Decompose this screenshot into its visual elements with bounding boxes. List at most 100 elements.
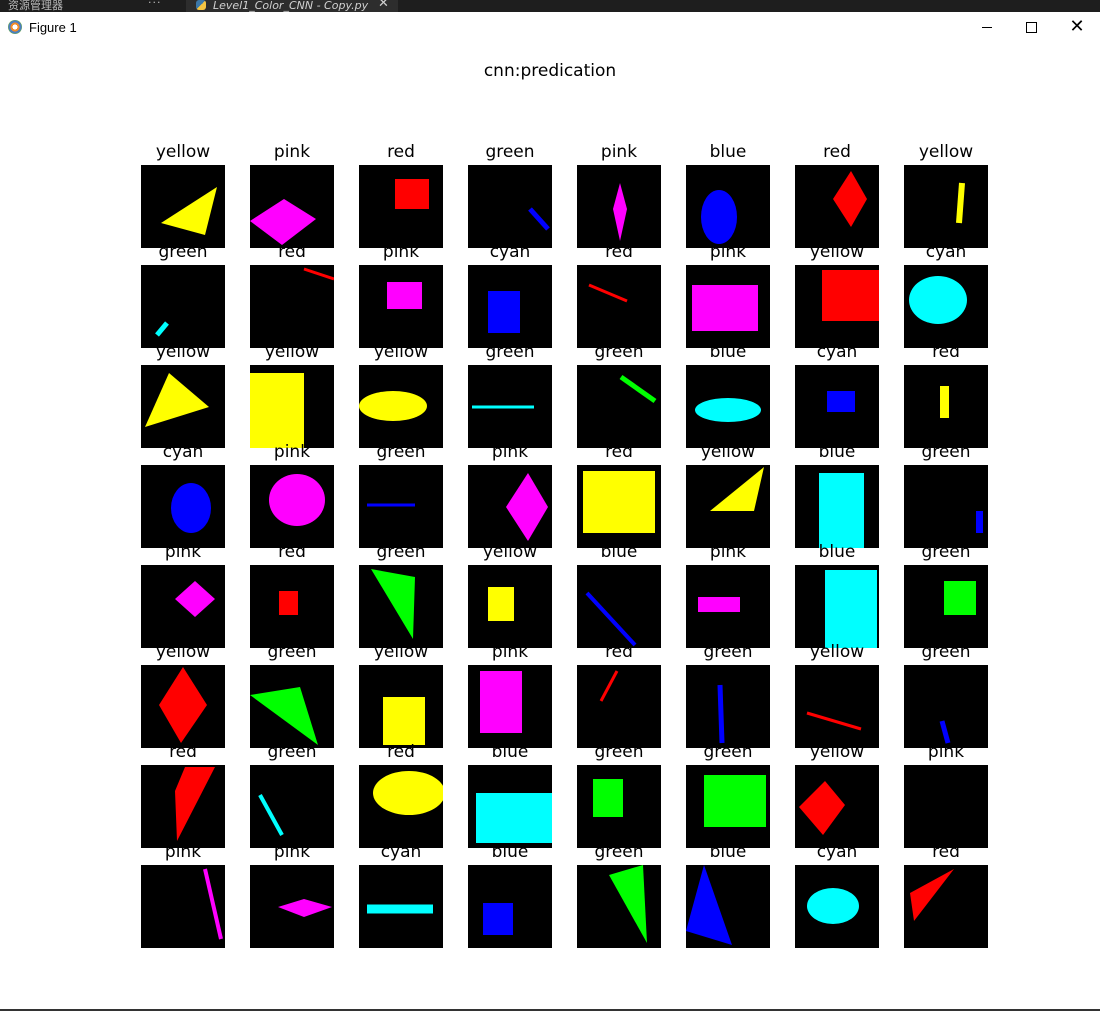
panel-image-background: [904, 765, 988, 848]
prediction-panel: green: [468, 342, 552, 448]
panel-shape-ellipse: [359, 391, 427, 421]
panel-prediction-label: pink: [274, 142, 310, 162]
prediction-panel: blue: [686, 842, 770, 948]
panel-image-background: [904, 165, 988, 248]
panel-prediction-label: yellow: [156, 342, 210, 362]
panel-prediction-label: red: [387, 742, 415, 762]
panel-prediction-label: yellow: [810, 642, 864, 662]
explorer-label[interactable]: 资源管理器: [8, 0, 63, 12]
minimize-icon: [982, 26, 992, 28]
panel-prediction-label: yellow: [919, 142, 973, 162]
prediction-panel: blue: [686, 142, 770, 248]
panel-shape-line: [717, 684, 725, 744]
panel-shape-rectangle: [395, 179, 429, 209]
panel-prediction-label: green: [376, 442, 425, 462]
more-actions-button[interactable]: ···: [148, 0, 162, 9]
prediction-panel: blue: [795, 542, 879, 648]
maximize-button[interactable]: [1008, 12, 1054, 42]
panel-prediction-label: yellow: [810, 742, 864, 762]
panel-prediction-label: red: [169, 742, 197, 762]
panel-prediction-label: blue: [819, 442, 856, 462]
panel-prediction-label: pink: [710, 242, 746, 262]
panel-prediction-label: yellow: [265, 342, 319, 362]
prediction-panel: green: [250, 642, 334, 748]
panel-prediction-label: red: [823, 142, 851, 162]
prediction-panel: red: [904, 342, 988, 448]
prediction-panel: pink: [686, 542, 770, 648]
panel-shape-ellipse: [373, 771, 443, 815]
prediction-panel: pink: [686, 242, 770, 348]
prediction-panel: pink: [141, 542, 225, 648]
panel-shape-ellipse: [171, 483, 211, 533]
panel-prediction-label: red: [278, 242, 306, 262]
editor-tab[interactable]: Level1_Color_CNN - Copy.py ✕: [186, 0, 398, 12]
prediction-panel: pink: [250, 442, 334, 548]
panel-prediction-label: pink: [492, 642, 528, 662]
prediction-panel: cyan: [795, 342, 879, 448]
prediction-panel: red: [250, 542, 334, 648]
panel-shape-line: [956, 182, 965, 224]
panel-prediction-label: green: [594, 842, 643, 862]
figure-canvas: cnn:predication yellow pink red green pink bl…: [0, 44, 1100, 1010]
panel-prediction-label: yellow: [374, 342, 428, 362]
panel-prediction-label: green: [158, 242, 207, 262]
panel-image-background: [250, 265, 334, 348]
panel-shape-rectangle: [593, 779, 623, 817]
panel-shape-rectangle: [698, 597, 740, 612]
panel-prediction-label: green: [921, 442, 970, 462]
panel-shape-rectangle: [827, 391, 855, 412]
panel-prediction-label: pink: [492, 442, 528, 462]
prediction-panel: cyan: [141, 442, 225, 548]
panel-shape-ellipse: [807, 888, 859, 924]
prediction-panel: cyan: [795, 842, 879, 948]
prediction-panel: red: [359, 142, 443, 248]
minimize-button[interactable]: [964, 12, 1010, 42]
panel-shape-rectangle: [819, 473, 864, 548]
editor-tab-bar: 资源管理器 ··· Level1_Color_CNN - Copy.py ✕: [0, 0, 1100, 12]
panel-prediction-label: green: [594, 342, 643, 362]
prediction-panel: yellow: [359, 642, 443, 748]
prediction-panel: pink: [468, 642, 552, 748]
panel-prediction-label: pink: [165, 842, 201, 862]
panel-image-background: [468, 165, 552, 248]
panel-shape-rectangle: [692, 285, 758, 331]
close-icon: ✕: [1069, 16, 1085, 37]
prediction-panel: green: [904, 542, 988, 648]
panel-prediction-label: pink: [928, 742, 964, 762]
panel-prediction-label: pink: [383, 242, 419, 262]
panel-prediction-label: red: [387, 142, 415, 162]
prediction-panel: pink: [250, 142, 334, 248]
prediction-panel: green: [904, 642, 988, 748]
panel-shape-rectangle: [488, 587, 514, 621]
close-button[interactable]: ✕: [1054, 12, 1100, 42]
prediction-panel: pink: [250, 842, 334, 948]
panel-prediction-label: green: [485, 142, 534, 162]
panel-shape-rectangle: [822, 270, 879, 321]
prediction-panel: yellow: [904, 142, 988, 248]
panel-prediction-label: green: [267, 742, 316, 762]
panel-prediction-label: green: [267, 642, 316, 662]
panel-image-background: [795, 165, 879, 248]
panel-shape-rectangle: [488, 291, 520, 333]
panel-shape-rectangle: [383, 697, 425, 745]
panel-prediction-label: cyan: [817, 342, 858, 362]
panel-prediction-label: green: [594, 742, 643, 762]
prediction-panel: pink: [468, 442, 552, 548]
panel-prediction-label: pink: [165, 542, 201, 562]
prediction-panel: red: [795, 142, 879, 248]
prediction-panel: yellow: [795, 742, 879, 848]
panel-prediction-label: cyan: [381, 842, 422, 862]
prediction-panel: green: [141, 242, 225, 348]
prediction-panel: green: [468, 142, 552, 248]
prediction-panel: yellow: [468, 542, 552, 648]
panel-image-background: [141, 265, 225, 348]
prediction-panel: yellow: [141, 342, 225, 448]
prediction-panel: yellow: [141, 142, 225, 248]
prediction-panel: blue: [795, 442, 879, 548]
panel-prediction-label: cyan: [490, 242, 531, 262]
panel-prediction-label: pink: [710, 542, 746, 562]
close-tab-icon[interactable]: ✕: [378, 0, 389, 10]
panel-image-background: [141, 565, 225, 648]
panel-shape-rectangle: [940, 386, 949, 418]
prediction-panel: pink: [359, 242, 443, 348]
